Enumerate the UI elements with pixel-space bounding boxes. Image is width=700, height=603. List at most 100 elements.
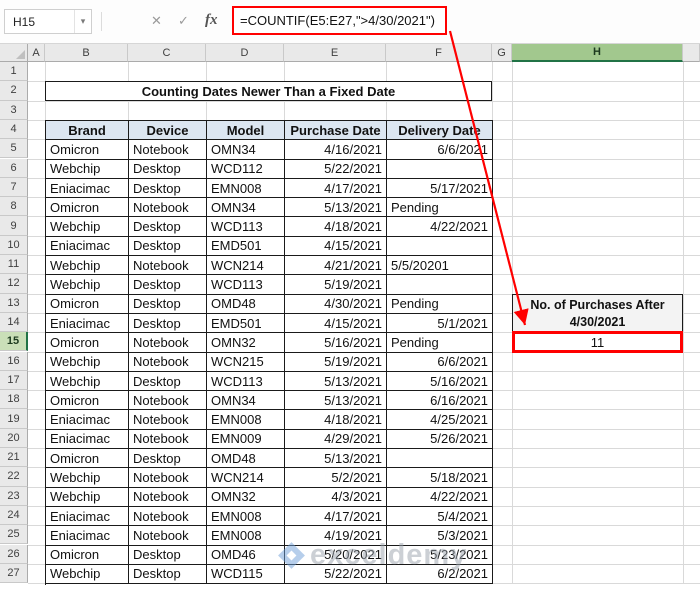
cell-D7[interactable]: EMN008 [207,178,285,199]
formula-input[interactable]: =COUNTIF(E5:E27,">4/30/2021") [232,6,447,35]
row-header-10[interactable]: 10 [0,235,28,255]
cell-F22[interactable]: 5/18/2021 [387,468,493,488]
cell-B12[interactable]: Webchip [46,275,129,295]
cell-E7[interactable]: 4/17/2021 [285,178,387,199]
cell-D22[interactable]: WCN214 [207,468,285,488]
cell-F18[interactable]: 6/16/2021 [387,391,493,411]
cell-E17[interactable]: 5/13/2021 [285,371,387,392]
row-header-20[interactable]: 20 [0,428,28,448]
cell-B23[interactable]: Webchip [46,487,129,507]
cell-F11[interactable]: 5/5/20201 [387,256,493,276]
cell-B26[interactable]: Omicron [46,545,129,565]
cell-C21[interactable]: Desktop [129,449,207,469]
cell-C11[interactable]: Notebook [129,256,207,276]
cell-C18[interactable]: Notebook [129,391,207,411]
cell-B15[interactable]: Omicron [46,333,129,353]
cell-C15[interactable]: Notebook [129,333,207,353]
cell-D16[interactable]: WCN215 [207,352,285,372]
cell-E25[interactable]: 4/19/2021 [285,526,387,546]
cell-D8[interactable]: OMN34 [207,198,285,218]
cell-E14[interactable]: 4/15/2021 [285,313,387,334]
row-header-3[interactable]: 3 [0,100,28,120]
cell-D18[interactable]: OMN34 [207,391,285,411]
cell-C8[interactable]: Notebook [129,198,207,218]
cell-D21[interactable]: OMD48 [207,449,285,469]
row-header-16[interactable]: 16 [0,351,28,371]
cell-D15[interactable]: OMN32 [207,333,285,353]
column-header-C[interactable]: C [128,44,206,62]
cell-F8[interactable]: Pending [387,198,493,218]
row-header-6[interactable]: 6 [0,158,28,178]
cell-B17[interactable]: Webchip [46,371,129,392]
cell-E26[interactable]: 5/20/2021 [285,545,387,565]
row-header-19[interactable]: 19 [0,409,28,429]
cell-F19[interactable]: 4/25/2021 [387,410,493,430]
cell-D25[interactable]: EMN008 [207,526,285,546]
cell-F24[interactable]: 5/4/2021 [387,506,493,527]
cell-F20[interactable]: 5/26/2021 [387,429,493,450]
title-banner-cell[interactable]: Counting Dates Newer Than a Fixed Date [45,81,492,101]
cell-D19[interactable]: EMN008 [207,410,285,430]
cell-C5[interactable]: Notebook [129,140,207,160]
row-header-25[interactable]: 25 [0,525,28,545]
table-header-delivery-date[interactable]: Delivery Date [387,121,493,141]
column-header-A[interactable]: A [28,44,45,62]
cell-E10[interactable]: 4/15/2021 [285,236,387,257]
cell-F7[interactable]: 5/17/2021 [387,178,493,199]
cell-B5[interactable]: Omicron [46,140,129,160]
cell-F26[interactable]: 5/23/2021 [387,545,493,565]
insert-function-icon[interactable]: fx [205,13,218,28]
row-header-5[interactable]: 5 [0,139,28,159]
row-header-12[interactable]: 12 [0,274,28,294]
cell-D20[interactable]: EMN009 [207,429,285,450]
row-header-17[interactable]: 17 [0,370,28,391]
cell-C6[interactable]: Desktop [129,159,207,179]
name-box[interactable]: H15 ▾ [4,9,92,34]
cell-E8[interactable]: 5/13/2021 [285,198,387,218]
cell-D26[interactable]: OMD46 [207,545,285,565]
name-box-dropdown-icon[interactable]: ▾ [74,10,91,33]
cell-D17[interactable]: WCD113 [207,371,285,392]
row-header-26[interactable]: 26 [0,544,28,564]
cell-B11[interactable]: Webchip [46,256,129,276]
cell-B16[interactable]: Webchip [46,352,129,372]
cell-D13[interactable]: OMD48 [207,294,285,314]
row-header-24[interactable]: 24 [0,505,28,526]
row-header-23[interactable]: 23 [0,486,28,506]
cell-F16[interactable]: 6/6/2021 [387,352,493,372]
cell-F10[interactable] [387,236,493,257]
cell-D23[interactable]: OMN32 [207,487,285,507]
row-header-21[interactable]: 21 [0,448,28,468]
cell-C23[interactable]: Notebook [129,487,207,507]
row-header-27[interactable]: 27 [0,563,28,584]
cell-F23[interactable]: 4/22/2021 [387,487,493,507]
cell-E21[interactable]: 5/13/2021 [285,449,387,469]
column-header-F[interactable]: F [386,44,492,62]
cell-E23[interactable]: 4/3/2021 [285,487,387,507]
cell-C16[interactable]: Notebook [129,352,207,372]
column-header-D[interactable]: D [206,44,284,62]
row-header-9[interactable]: 9 [0,216,28,236]
cell-C25[interactable]: Notebook [129,526,207,546]
cell-E18[interactable]: 5/13/2021 [285,391,387,411]
row-header-1[interactable]: 1 [0,62,28,82]
table-header-purchase-date[interactable]: Purchase Date [285,121,387,141]
row-header-18[interactable]: 18 [0,390,28,410]
enter-icon[interactable]: ✓ [178,14,189,27]
result-label-cell[interactable]: No. of Purchases After 4/30/2021 [512,294,683,333]
row-header-2[interactable]: 2 [0,81,28,101]
cell-E22[interactable]: 5/2/2021 [285,468,387,488]
cell-E6[interactable]: 5/22/2021 [285,159,387,179]
cancel-icon[interactable]: ✕ [151,14,162,27]
cell-D6[interactable]: WCD112 [207,159,285,179]
cell-E12[interactable]: 5/19/2021 [285,275,387,295]
cell-F25[interactable]: 5/3/2021 [387,526,493,546]
cell-D11[interactable]: WCN214 [207,256,285,276]
cell-B7[interactable]: Eniacimac [46,178,129,199]
cell-F13[interactable]: Pending [387,294,493,314]
cell-C19[interactable]: Notebook [129,410,207,430]
cell-D27[interactable]: WCD115 [207,564,285,585]
cell-B21[interactable]: Omicron [46,449,129,469]
table-header-device[interactable]: Device [129,121,207,141]
cell-B18[interactable]: Omicron [46,391,129,411]
